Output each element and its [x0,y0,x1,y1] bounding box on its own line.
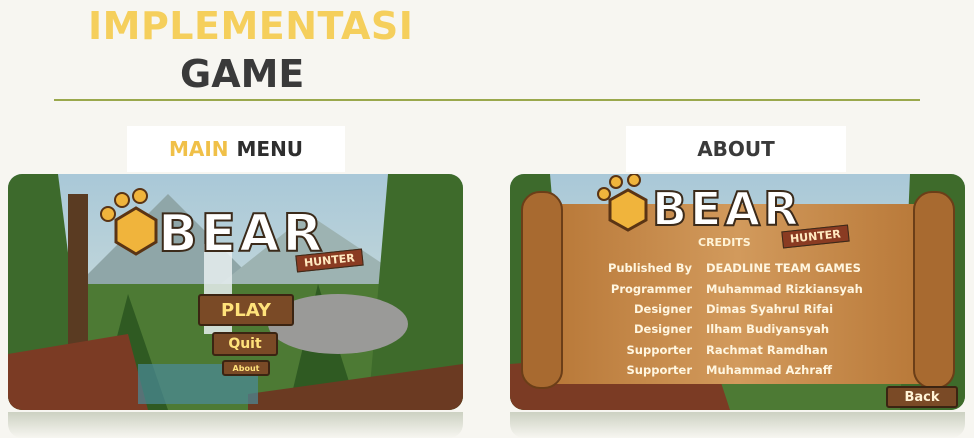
credit-row: Designer Ilham Budiyansyah [580,319,910,339]
credit-role: Programmer [610,281,692,296]
credit-name: Muhammad Rizkiansyah [706,281,863,296]
credit-role: Supporter [626,363,692,378]
credit-role: Designer [633,322,692,337]
main-menu-label-word1: MAIN [168,137,229,161]
main-menu-screenshot: BEAR HUNTER PLAY Quit About [8,174,463,410]
credit-row: Programmer Muhammad Rizkiansyah [580,278,910,298]
play-button[interactable]: PLAY [198,294,294,326]
credit-role: Designer [633,301,692,316]
about-screenshot: BEAR HUNTER CREDITS Published By DEADLIN… [510,174,965,410]
about-button[interactable]: About [222,360,270,376]
credits-list: Published By DEADLINE TEAM GAMES Program… [580,258,910,380]
credit-name: Muhammad Azhraff [706,363,833,378]
credit-name: Dimas Syahrul Rifai [706,301,834,316]
credit-name: DEADLINE TEAM GAMES [706,261,861,276]
credit-row: Published By DEADLINE TEAM GAMES [580,258,910,278]
main-menu-label-word2: MENU [236,137,304,161]
credit-row: Designer Dimas Syahrul Rifai [580,299,910,319]
main-menu-label: MAIN MENU [127,126,345,172]
back-button[interactable]: Back [886,386,958,408]
title-divider [54,99,920,101]
main-menu-reflection [8,412,463,438]
credit-name: Rachmat Ramdhan [706,342,828,357]
credit-row: Supporter Rachmat Ramdhan [580,340,910,360]
credit-role: Published By [607,261,692,276]
about-reflection [510,412,965,438]
credit-role: Supporter [626,342,692,357]
slide-title-line1: IMPLEMENTASI [88,4,414,48]
game-logo: BEAR [651,181,802,237]
credit-name: Ilham Budiyansyah [706,322,830,337]
credit-row: Supporter Muhammad Azhraff [580,360,910,380]
quit-button[interactable]: Quit [212,332,278,356]
slide-title-line2: GAME [180,52,305,96]
credits-title: CREDITS [698,236,751,249]
about-label: ABOUT [626,126,846,172]
